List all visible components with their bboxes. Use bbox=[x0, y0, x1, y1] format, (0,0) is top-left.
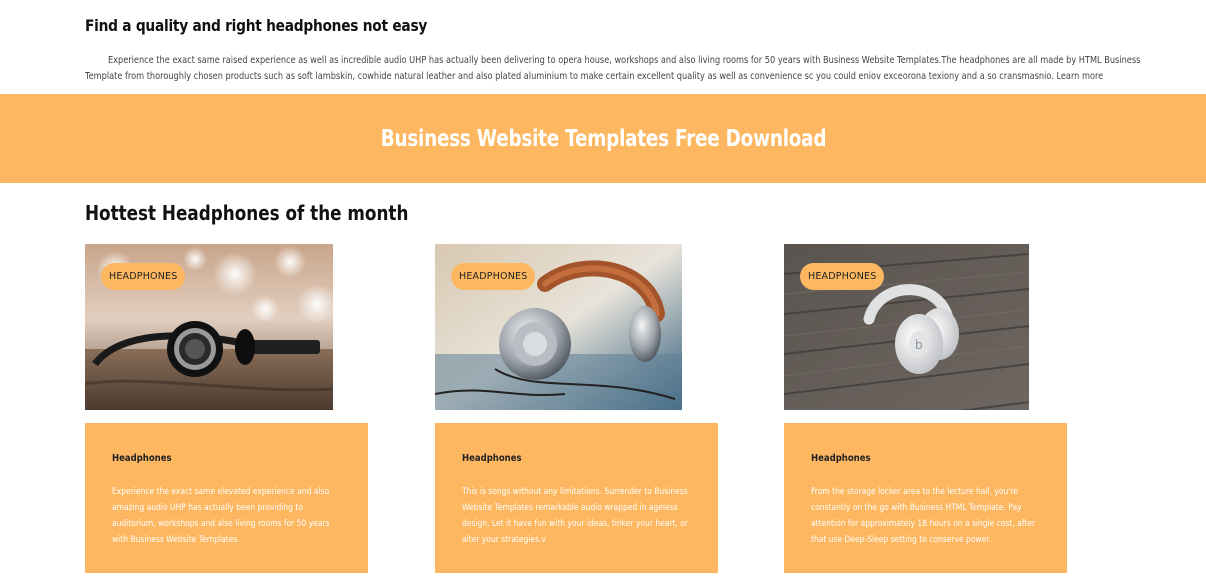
card-heading: Headphones bbox=[462, 453, 522, 464]
card-heading: Headphones bbox=[811, 453, 871, 464]
card-body: Headphones From the storage locker area … bbox=[784, 423, 1067, 573]
promo-banner[interactable]: Business Website Templates Free Download bbox=[0, 94, 1206, 183]
svg-text:b: b bbox=[915, 338, 923, 352]
card-description: This is songs without any limitations. S… bbox=[462, 487, 689, 545]
card-body: Headphones Experience the exact same ele… bbox=[85, 423, 368, 573]
card-heading: Headphones bbox=[112, 453, 172, 464]
category-tag[interactable]: HEADPHONES bbox=[800, 263, 885, 290]
card-description: Experience the exact same elevated exper… bbox=[112, 487, 330, 545]
card-body: Headphones This is songs without any lim… bbox=[435, 423, 718, 573]
intro-paragraph: Experience the exact same raised experie… bbox=[85, 53, 1143, 85]
banner-title[interactable]: Business Website Templates Free Download bbox=[380, 126, 826, 152]
category-tag[interactable]: HEADPHONES bbox=[451, 263, 536, 290]
category-tag[interactable]: HEADPHONES bbox=[101, 263, 186, 290]
card-description: From the storage locker area to the lect… bbox=[811, 487, 1036, 545]
intro-text: Experience the exact same raised experie… bbox=[85, 55, 1141, 82]
intro-title: Find a quality and right headphones not … bbox=[85, 16, 428, 35]
section-title: Hottest Headphones of the month bbox=[85, 201, 409, 225]
learn-more-link[interactable]: Learn more bbox=[1056, 71, 1103, 82]
